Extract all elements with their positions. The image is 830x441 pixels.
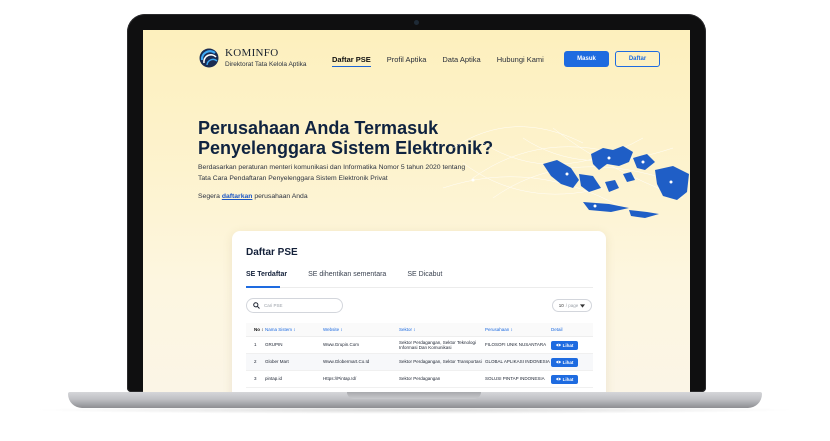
cell-website: Www.Grupin.Com [323,342,360,348]
lihat-label: Lihat [562,359,574,365]
cell-no: 3 [254,376,257,382]
eye-icon [555,360,561,364]
cell-perusahaan: SOLUSI PINTAP INDONESIA [485,376,545,382]
daftar-pse-card: Daftar PSE SE Terdaftar SE dihentikan se… [232,231,606,392]
tab-se-terdaftar[interactable]: SE Terdaftar [246,271,287,278]
navbar: KOMINFO Direktorat Tata Kelola Aptika Da… [143,30,690,82]
cell-detail: Lihat [551,340,581,350]
masuk-button[interactable]: Masuk [564,51,609,67]
nav-link-daftar-pse[interactable]: Daftar PSE [332,55,371,67]
per-page-select[interactable]: 10 / page [552,299,592,312]
cell-perusahaan: GLOBAL APLIKASI INDONESIA [485,359,550,365]
laptop-frame: KOMINFO Direktorat Tata Kelola Aptika Da… [0,0,830,441]
cell-perusahaan: FILOSOFI UNIK NUSANTARA [485,342,547,348]
table-row: 3 pintap.id Https://Pintap.Id/ Sektor Pe… [246,371,593,388]
cell-no: 1 [254,342,257,348]
kominfo-logo-icon [199,48,219,68]
card-title: Daftar PSE [246,247,298,258]
hero-cta-suffix: perusahaan Anda [254,193,308,200]
column-header-nama-sistem[interactable]: Nama Sistem ↕ [265,327,323,332]
search-input[interactable]: Cari PSE [246,298,343,313]
laptop-screen: KOMINFO Direktorat Tata Kelola Aptika Da… [143,30,690,392]
lihat-label: Lihat [562,376,574,382]
column-header-perusahaan[interactable]: Perusahaan ↕ [485,327,551,332]
lihat-label: Lihat [562,342,574,348]
cell-detail: Lihat [551,357,581,367]
tab-se-dihentikan-sementara[interactable]: SE dihentikan sementara [308,271,386,278]
nav-link-data-aptika[interactable]: Data Aptika [442,55,480,67]
chevron-down-icon [580,303,586,308]
hero-cta: Segera daftarkan perusahaan Anda [198,193,308,200]
pse-tabs: SE Terdaftar SE dihentikan sementara SE … [246,271,442,278]
nav-link-hubungi-kami[interactable]: Hubungi Kami [497,55,544,67]
column-header-no[interactable]: No ↕ [246,327,265,332]
indonesia-map-illustration [442,126,689,218]
column-header-detail: Detail [551,327,563,332]
cell-nama-sistem: pintap.id [265,376,283,382]
cell-website: Www.Globermart.Co.Id [323,359,370,365]
laptop-lid: KOMINFO Direktorat Tata Kelola Aptika Da… [127,14,706,392]
table-row: 2 Glober Mart Www.Globermart.Co.Id Sekto… [246,354,593,371]
tab-se-dicabut[interactable]: SE Dicabut [407,271,442,278]
cell-nama-sistem: Glober Mart [265,359,289,365]
pse-table: No ↕ Nama Sistem ↕ Website ↕ Sektor ↕ Pe… [246,323,593,388]
eye-icon [555,377,561,381]
cell-sektor: Sektor Perdagangan, Sektor Teknologi Inf… [399,339,476,351]
brand-name: KOMINFO [225,47,279,59]
per-page-suffix: / page [565,303,579,308]
cell-website: Https://Pintap.Id/ [323,376,357,382]
tab-divider [246,287,593,288]
laptop-base-notch [347,392,481,399]
eye-icon [555,343,561,347]
per-page-value: 10 [558,303,564,308]
nav-links: Daftar PSE Profil Aptika Data Aptika Hub… [332,55,544,67]
cell-detail: Lihat [551,374,581,384]
column-header-sektor[interactable]: Sektor ↕ [399,327,485,332]
cell-sektor: Sektor Perdagangan [399,376,441,382]
cell-nama-sistem: GRUPIN [265,342,283,348]
brand-subtitle: Direktorat Tata Kelola Aptika [225,61,307,68]
search-icon [253,302,260,309]
lihat-button[interactable]: Lihat [551,357,578,367]
camera-icon [414,20,419,25]
active-tab-indicator [246,286,280,288]
nav-link-profil-aptika[interactable]: Profil Aptika [387,55,427,67]
lihat-button[interactable]: Lihat [551,374,578,384]
daftarkan-link[interactable]: daftarkan [222,193,253,200]
table-header: No ↕ Nama Sistem ↕ Website ↕ Sektor ↕ Pe… [246,323,593,337]
daftar-button[interactable]: Daftar [615,51,660,67]
table-row: 1 GRUPIN Www.Grupin.Com Sektor Perdagang… [246,337,593,354]
hero-cta-prefix: Segera [198,193,220,200]
column-header-website[interactable]: Website ↕ [323,327,399,332]
cell-sektor: Sektor Perdagangan, Sektor Transportasi [399,359,482,365]
search-placeholder: Cari PSE [264,303,283,308]
cell-no: 2 [254,359,257,365]
lihat-button[interactable]: Lihat [551,340,578,350]
